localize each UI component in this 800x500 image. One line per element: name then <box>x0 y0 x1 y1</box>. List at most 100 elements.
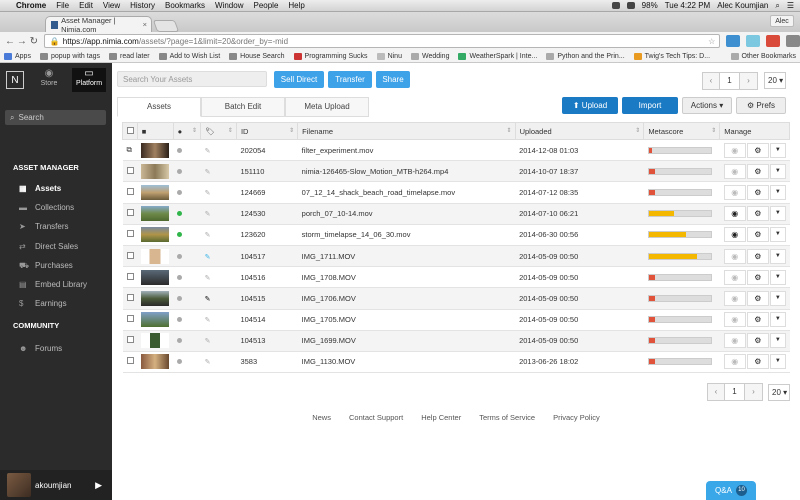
nav-platform[interactable]: ▭ Platform <box>72 68 106 92</box>
filename-header[interactable]: Filename ⇕ <box>297 122 516 140</box>
footer-link-privacy-policy[interactable]: Privacy Policy <box>553 413 600 422</box>
settings-gear-icon[interactable]: ⚙ <box>746 248 769 264</box>
sidebar-item-transfers[interactable]: ➤ Transfers <box>19 222 69 231</box>
asset-thumbnail[interactable] <box>141 333 170 349</box>
thumb-header[interactable]: ■ <box>136 122 174 140</box>
back-icon[interactable]: ← <box>4 36 16 47</box>
bottom-next-page-button[interactable]: › <box>745 383 763 401</box>
menu-help[interactable]: Help <box>288 1 304 10</box>
chevron-right-icon[interactable]: ▶ <box>95 480 102 491</box>
bookmark-item[interactable]: read later <box>109 52 150 60</box>
asset-thumbnail[interactable] <box>141 227 170 243</box>
asset-thumbnail[interactable] <box>141 206 170 222</box>
chevron-down-icon[interactable]: ▼ <box>769 142 786 158</box>
visibility-eye-icon[interactable]: ◉ <box>723 269 746 285</box>
asset-filename[interactable]: filter_experiment.mov <box>297 139 516 162</box>
row-checkbox[interactable] <box>126 357 134 365</box>
settings-gear-icon[interactable]: ⚙ <box>746 312 769 328</box>
visibility-eye-icon[interactable]: ◉ <box>723 333 746 349</box>
row-checkbox[interactable] <box>126 187 134 195</box>
visibility-eye-icon[interactable]: ◉ <box>723 206 746 222</box>
tag-icon[interactable]: ✎ <box>205 254 211 261</box>
tag-icon[interactable]: ✎ <box>205 169 211 176</box>
row-checkbox[interactable] <box>126 209 134 217</box>
table-row[interactable]: ✎ 124669 07_12_14_shack_beach_road_timelap… <box>122 181 790 204</box>
tag-icon[interactable]: ✎ <box>205 317 211 324</box>
sell-direct-button[interactable]: Sell Direct <box>274 71 324 88</box>
asset-thumbnail[interactable] <box>141 290 170 306</box>
chevron-down-icon[interactable]: ▼ <box>769 206 786 222</box>
tag-icon[interactable]: ✎ <box>205 190 211 197</box>
notifications-icon[interactable]: ☰ <box>787 1 794 10</box>
asset-filename[interactable]: porch_07_10-14.mov <box>297 203 516 225</box>
sidebar-item-forums[interactable]: ☻ Forums <box>19 344 62 353</box>
footer-link-terms-of-service[interactable]: Terms of Service <box>479 413 535 422</box>
asset-thumbnail[interactable] <box>141 142 170 158</box>
tag-header[interactable]: 🏷 ⇕ <box>200 122 237 140</box>
user-panel[interactable]: akoumjian ▶ <box>0 470 112 500</box>
nimia-logo[interactable]: N <box>6 71 24 89</box>
address-bar[interactable]: 🔒 https://app.nimia.com /assets/?page=1&… <box>43 34 721 48</box>
row-checkbox[interactable] <box>126 272 134 280</box>
footer-link-help-center[interactable]: Help Center <box>421 413 461 422</box>
bookmark-item[interactable]: Apps <box>4 52 31 60</box>
menu-people[interactable]: People <box>253 1 278 10</box>
next-page-button[interactable]: › <box>740 72 758 90</box>
spotlight-icon[interactable]: ⌕ <box>775 1 779 11</box>
chrome-menu-icon[interactable] <box>786 35 800 47</box>
uploaded-header[interactable]: Uploaded ⇕ <box>514 122 645 140</box>
asset-filename[interactable]: IMG_1130.MOV <box>297 351 516 374</box>
settings-gear-icon[interactable]: ⚙ <box>746 163 769 179</box>
share-button[interactable]: Share <box>376 71 410 88</box>
qa-widget-button[interactable]: Q&A 10 <box>706 481 756 500</box>
settings-gear-icon[interactable]: ⚙ <box>746 184 769 200</box>
chevron-down-icon[interactable]: ▼ <box>769 333 786 349</box>
menu-app[interactable]: Chrome <box>16 1 46 10</box>
menu-history[interactable]: History <box>130 1 155 10</box>
bookmark-item[interactable]: Wedding <box>410 52 449 60</box>
forward-icon[interactable]: → <box>16 36 28 47</box>
visibility-eye-icon[interactable]: ◉ <box>723 184 746 200</box>
settings-gear-icon[interactable]: ⚙ <box>746 290 769 306</box>
footer-link-contact-support[interactable]: Contact Support <box>349 413 403 422</box>
footer-link-news[interactable]: News <box>312 413 331 422</box>
tag-icon[interactable]: ✎ <box>205 275 211 282</box>
menu-file[interactable]: File <box>56 1 69 10</box>
transfer-button[interactable]: Transfer <box>328 71 372 88</box>
table-row[interactable]: ✎ 104515 IMG_1706.MOV 2014-05-09 00:50 ◉ ⚙ ▼ <box>122 287 790 310</box>
other-bookmarks[interactable]: Other Bookmarks <box>730 52 796 60</box>
per-page-select[interactable]: 20 ▾ <box>764 72 786 89</box>
sidebar-item-purchases[interactable]: ⛟ Purchases <box>19 261 73 271</box>
upload-button[interactable]: ⬆ Upload <box>562 97 618 114</box>
settings-gear-icon[interactable]: ⚙ <box>746 269 769 285</box>
reload-icon[interactable]: ↻ <box>28 36 40 47</box>
visibility-eye-icon[interactable]: ◉ <box>723 312 746 328</box>
chevron-down-icon[interactable]: ▼ <box>769 312 786 328</box>
new-tab-button[interactable] <box>152 20 180 32</box>
bottom-current-page[interactable]: 1 <box>725 383 745 401</box>
metascore-header[interactable]: Metascore ⇕ <box>643 122 721 140</box>
select-all-checkbox[interactable] <box>127 126 134 134</box>
settings-gear-icon[interactable]: ⚙ <box>746 354 769 370</box>
asset-thumbnail[interactable] <box>141 269 170 285</box>
sidebar-item-earnings[interactable]: $ Earnings <box>19 299 67 308</box>
prefs-button[interactable]: ⚙ Prefs <box>736 97 786 114</box>
tag-icon[interactable]: ✎ <box>205 359 211 366</box>
asset-filename[interactable]: IMG_1711.MOV <box>297 245 516 268</box>
asset-filename[interactable]: IMG_1705.MOV <box>297 309 516 331</box>
extension-red-icon[interactable] <box>766 35 781 47</box>
browser-tab[interactable]: Asset Manager | Nimia.com × <box>45 16 152 34</box>
current-page[interactable]: 1 <box>720 72 740 90</box>
bookmark-item[interactable]: Python and the Prin... <box>546 52 625 60</box>
menu-bookmarks[interactable]: Bookmarks <box>165 1 205 10</box>
tab-batch-edit[interactable]: Batch Edit <box>201 97 285 117</box>
menubar-user[interactable]: Alec Koumjian <box>717 1 768 10</box>
chevron-down-icon[interactable]: ▼ <box>769 354 786 370</box>
asset-filename[interactable]: nimia-126465-Slow_Motion_MTB-h264.mp4 <box>297 160 516 183</box>
settings-gear-icon[interactable]: ⚙ <box>746 206 769 222</box>
bookmark-item[interactable]: Ninu <box>376 52 402 60</box>
asset-filename[interactable]: IMG_1699.MOV <box>297 330 516 352</box>
id-header[interactable]: ID ⇕ <box>235 122 299 140</box>
table-row[interactable]: ✎ 104516 IMG_1708.MOV 2014-05-09 00:50 ◉ ⚙ ▼ <box>122 266 790 289</box>
tag-icon[interactable]: ✎ <box>205 148 211 155</box>
